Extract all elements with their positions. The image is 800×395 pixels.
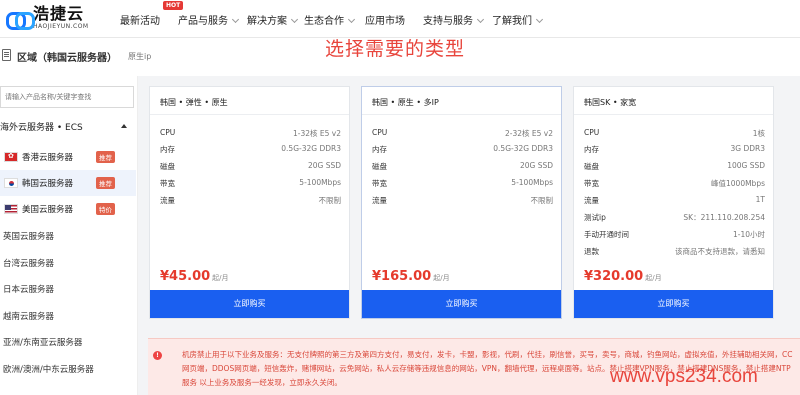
- card-title: 韩国 • 原生 • 多IP: [372, 98, 439, 107]
- spec-row: 磁盘 20G SSD: [160, 161, 341, 171]
- logo-cloud-icon: [6, 9, 35, 30]
- spec-row: 手动开通时间 1-10小时: [584, 230, 765, 239]
- spec-row: 带宽 5-100Mbps: [160, 178, 341, 188]
- spec-row: 带宽 峰值1000Mbps: [584, 179, 765, 188]
- spec-row: CPU 1核: [584, 128, 765, 138]
- sidebar-item-uk[interactable]: 英国云服务器: [3, 230, 54, 242]
- nav-item-marketplace[interactable]: 应用市场: [365, 12, 405, 27]
- sidebar-item-usa[interactable]: 美国云服务器 特价: [0, 196, 136, 222]
- top-navbar: 浩捷云 HAOJIEYUN.COM HOT 最新活动 产品与服务 解决方案 生态…: [0, 0, 800, 38]
- nav-item-support[interactable]: 支持与服务: [423, 12, 485, 27]
- chevron-up-icon[interactable]: [121, 124, 127, 128]
- card-title: 韩国SK • 家宽: [584, 98, 637, 107]
- sidebar-item-asia[interactable]: 亚洲/东南亚云服务器: [3, 336, 82, 348]
- spec-row: CPU 1-32核 E5 v2: [160, 128, 341, 138]
- price: ¥45.00 起/月: [160, 269, 229, 284]
- spec-row: CPU 2-32核 E5 v2: [372, 128, 553, 138]
- nav-item-products[interactable]: 产品与服务: [178, 12, 240, 27]
- spec-row: 测试ip SK：211.110.208.254: [584, 213, 765, 222]
- product-card-home-broadband: 韩国SK • 家宽 CPU 1核 内存 3G DDR3 磁盘 100G SSD 带宽峰…: [573, 86, 774, 319]
- annotation-title: 选择需要的类型: [325, 38, 466, 60]
- product-card-multi-ip: 韩国 • 原生 • 多IP CPU 2-32核 E5 v2 内存 0.5G-32G …: [361, 86, 562, 319]
- spec-row: 流量 1T: [584, 195, 765, 205]
- recommend-badge: 推荐: [96, 151, 115, 163]
- search-input[interactable]: [5, 93, 133, 101]
- spec-row: 内存 3G DDR3: [584, 144, 765, 154]
- recommend-badge: 推荐: [96, 177, 115, 189]
- spec-row: 带宽 5-100Mbps: [372, 178, 553, 188]
- warning-icon: !: [153, 351, 162, 360]
- region-title: 区域（韩国云服务器）: [17, 53, 117, 64]
- korea-flag-icon: [4, 178, 18, 188]
- search-field[interactable]: [0, 86, 134, 108]
- sidebar-item-hongkong[interactable]: 香港云服务器 推荐: [0, 144, 136, 170]
- logo-domain: HAOJIEYUN.COM: [33, 23, 89, 30]
- sidebar-item-taiwan[interactable]: 台湾云服务器: [3, 257, 54, 269]
- spec-row: 流量 不限制: [372, 196, 553, 205]
- card-title: 韩国 • 弹性 • 原生: [160, 98, 228, 107]
- hongkong-flag-icon: [4, 152, 18, 162]
- chevron-down-icon: [476, 15, 485, 24]
- logo[interactable]: 浩捷云 HAOJIEYUN.COM: [6, 6, 89, 30]
- sidebar-item-europe[interactable]: 欧洲/澳洲/中东云服务器: [3, 363, 94, 375]
- chevron-down-icon: [231, 15, 240, 24]
- nav-item-ecosystem[interactable]: 生态合作: [304, 12, 356, 27]
- hot-badge: HOT: [163, 1, 184, 10]
- chevron-down-icon: [535, 15, 544, 24]
- region-subtitle: 原生ip: [128, 52, 152, 61]
- spec-row: 内存 0.5G-32G DDR3: [160, 144, 341, 154]
- chevron-down-icon: [290, 15, 299, 24]
- spec-row: 流量 不限制: [160, 196, 341, 205]
- buy-now-button[interactable]: 立即购买: [150, 290, 349, 318]
- sidebar-category-ecs[interactable]: 海外云服务器 • ECS: [0, 120, 83, 133]
- special-offer-badge: 特价: [96, 203, 115, 215]
- price: ¥165.00 起/月: [372, 269, 450, 284]
- sidebar-item-vietnam[interactable]: 越南云服务器: [3, 310, 54, 322]
- sidebar-item-japan[interactable]: 日本云服务器: [3, 283, 54, 295]
- sidebar-item-korea[interactable]: 韩国云服务器 推荐: [0, 170, 136, 196]
- nav-item-about[interactable]: 了解我们: [492, 12, 544, 27]
- spec-row: 磁盘 100G SSD: [584, 161, 765, 171]
- nav-item-latest[interactable]: 最新活动: [120, 12, 160, 27]
- buy-now-button[interactable]: 立即购买: [574, 290, 773, 318]
- watermark: www.vps234.com: [610, 366, 758, 387]
- spec-row: 退款 该商品不支持退款，请悉知: [584, 247, 765, 256]
- server-icon: [2, 49, 11, 61]
- sidebar: 海外云服务器 • ECS 香港云服务器 推荐 韩国云服务器 推荐 美国云服务器 …: [0, 76, 138, 395]
- spec-row: 磁盘 20G SSD: [372, 161, 553, 171]
- buy-now-button[interactable]: 立即购买: [362, 290, 561, 318]
- chevron-down-icon: [347, 15, 356, 24]
- logo-text: 浩捷云: [33, 4, 85, 23]
- price: ¥320.00 起/月: [584, 269, 662, 284]
- spec-row: 内存 0.5G-32G DDR3: [372, 144, 553, 154]
- product-card-elastic: 韩国 • 弹性 • 原生 CPU 1-32核 E5 v2 内存 0.5G-32G D…: [149, 86, 350, 319]
- usa-flag-icon: [4, 204, 18, 214]
- nav-item-solutions[interactable]: 解决方案: [247, 12, 299, 27]
